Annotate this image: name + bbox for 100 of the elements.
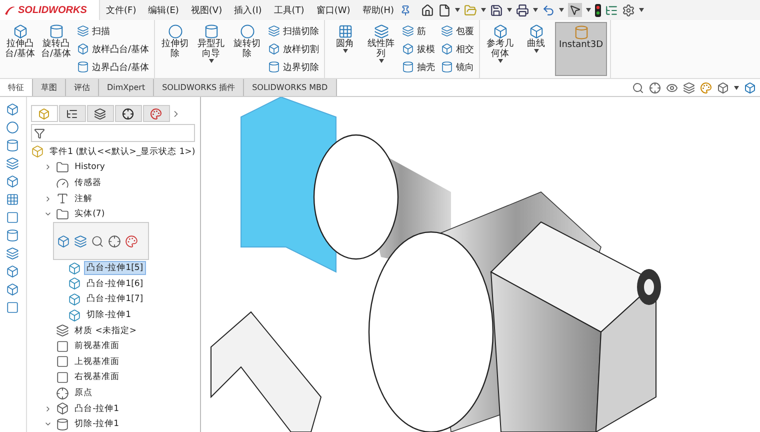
zoom-icon[interactable]	[632, 82, 644, 94]
ribbon-button[interactable]: 扫描	[75, 24, 152, 38]
caret-icon[interactable]	[378, 59, 384, 63]
tree-item[interactable]: 切除-拉伸1	[72, 417, 122, 432]
ribbon-button[interactable]: 扫描切除	[266, 24, 322, 38]
ribbon-button[interactable]: 旋转切除	[230, 22, 264, 76]
new-file-icon[interactable]	[438, 4, 452, 16]
ribbon-button[interactable]: 放样切割	[266, 42, 322, 56]
tab[interactable]: 草图	[33, 79, 66, 96]
ribbon-button[interactable]: 抽壳	[400, 60, 438, 74]
property-icon	[66, 108, 78, 120]
options-list-icon[interactable]	[605, 4, 618, 16]
menu-item[interactable]: 插入(I)	[228, 4, 268, 16]
ribbon-button[interactable]: 筋	[400, 24, 438, 38]
caret-icon[interactable]	[586, 8, 592, 12]
tool-icon[interactable]	[6, 247, 20, 260]
tool-icon[interactable]	[6, 283, 20, 296]
tool-icon[interactable]	[6, 265, 20, 278]
filter-field[interactable]	[30, 124, 195, 142]
caret-icon[interactable]	[342, 49, 348, 53]
tool-icon[interactable]	[6, 229, 20, 242]
ribbon-button[interactable]: 边界切除	[266, 60, 322, 74]
caret-icon[interactable]	[639, 8, 644, 12]
part-icon	[30, 145, 44, 158]
folder-icon	[56, 208, 69, 221]
caret-icon[interactable]	[481, 8, 486, 12]
display-style-icon[interactable]	[744, 82, 756, 94]
tree-item[interactable]: 前视基准面	[72, 339, 123, 354]
ribbon-button[interactable]: 参考几何体	[483, 22, 518, 76]
save-icon[interactable]	[490, 4, 504, 16]
tree-root[interactable]: 零件1 (默认<<默认>_显示状态 1>)	[46, 144, 198, 159]
tree-item[interactable]: 原点	[72, 386, 96, 400]
tree-item[interactable]: 右视基准面	[72, 370, 123, 384]
caret-icon[interactable]	[734, 86, 739, 90]
tool-icon[interactable]	[6, 211, 20, 224]
ribbon-button[interactable]: 旋转凸台/基体	[39, 22, 73, 76]
print-icon[interactable]	[516, 4, 530, 16]
ribbon-button[interactable]: 包覆	[439, 24, 476, 38]
caret-icon[interactable]	[455, 8, 460, 12]
ribbon-button[interactable]: 拉伸切除	[158, 22, 192, 76]
tab[interactable]: SOLIDWORKS MBD	[244, 79, 337, 96]
ribbon-button[interactable]: 曲线	[519, 22, 554, 76]
menu-item[interactable]: 窗口(W)	[310, 4, 356, 16]
ribbon-button[interactable]: 放样凸台/基体	[75, 42, 152, 56]
ribbon-button[interactable]: 圆角	[328, 22, 362, 76]
menu-item[interactable]: 工具(T)	[268, 4, 310, 16]
tool-icon[interactable]	[6, 139, 20, 152]
menu-item[interactable]: 帮助(H)	[356, 4, 400, 16]
tree-item[interactable]: 注解	[72, 192, 96, 206]
settings-icon[interactable]	[622, 4, 636, 16]
tool-icon[interactable]	[6, 103, 20, 116]
palette-icon[interactable]	[700, 82, 712, 94]
tool-icon[interactable]	[6, 175, 20, 188]
tree-item[interactable]: History	[72, 161, 108, 174]
view-icon[interactable]	[666, 82, 678, 94]
caret-icon[interactable]	[507, 8, 512, 12]
traffic-light-icon[interactable]	[595, 4, 602, 16]
tool-icon[interactable]	[6, 121, 20, 134]
panel-tab[interactable]	[114, 105, 142, 122]
cube-icon[interactable]	[717, 82, 729, 94]
menu-item[interactable]: 文件(F)	[100, 4, 142, 16]
menu-item[interactable]: 视图(V)	[184, 4, 228, 16]
tab[interactable]: DimXpert	[99, 79, 154, 96]
ribbon-button[interactable]: 镜向	[439, 60, 476, 74]
ribbon-button[interactable]: 拉伸凸台/基体	[3, 22, 37, 76]
tree-item[interactable]: 传感器	[72, 176, 105, 190]
feature-icon	[268, 61, 280, 73]
ribbon-button[interactable]: Instant3D	[555, 22, 608, 76]
pin-icon[interactable]	[400, 4, 412, 16]
tree-item[interactable]: 上视基准面	[72, 354, 123, 369]
ribbon-button[interactable]: 边界凸台/基体	[75, 60, 152, 74]
cube-icon	[68, 292, 81, 306]
ribbon-button[interactable]: 线性阵列	[364, 22, 398, 76]
tool-icon[interactable]	[6, 193, 20, 206]
caret-icon[interactable]	[498, 59, 503, 63]
feature-icon	[528, 24, 544, 39]
home-icon[interactable]	[421, 4, 434, 16]
select-button[interactable]	[568, 3, 582, 17]
tab[interactable]: SOLIDWORKS 插件	[154, 79, 244, 96]
ribbon-button[interactable]: 异型孔向导	[194, 22, 228, 76]
undo-icon[interactable]	[542, 4, 556, 16]
caret-icon[interactable]	[533, 8, 538, 12]
tree-item[interactable]: 实体(7)	[72, 207, 108, 222]
ribbon-button[interactable]: 相交	[439, 42, 476, 56]
tree-item[interactable]: 凸台-拉伸1[7]	[84, 292, 146, 306]
menu-item[interactable]: 编辑(E)	[142, 4, 185, 16]
tree-item[interactable]: 凸台-拉伸1	[72, 402, 122, 416]
tree-item[interactable]: 材质 <未指定>	[72, 324, 140, 338]
caret-icon[interactable]	[534, 49, 539, 53]
panel-tab[interactable]	[86, 105, 114, 122]
caret-icon[interactable]	[208, 59, 214, 63]
caret-icon[interactable]	[559, 8, 564, 12]
tree-item[interactable]: 凸台-拉伸1[6]	[84, 276, 146, 291]
tab[interactable]: 评估	[66, 79, 99, 96]
tree-item[interactable]: 切除-拉伸1	[84, 308, 134, 322]
tool-icon[interactable]	[6, 301, 20, 314]
ribbon-button[interactable]: 拔模	[400, 42, 438, 56]
panel-tab[interactable]	[58, 105, 86, 122]
tool-icon[interactable]	[6, 157, 20, 170]
tree-item[interactable]: 凸台-拉伸1[5]	[84, 261, 146, 276]
